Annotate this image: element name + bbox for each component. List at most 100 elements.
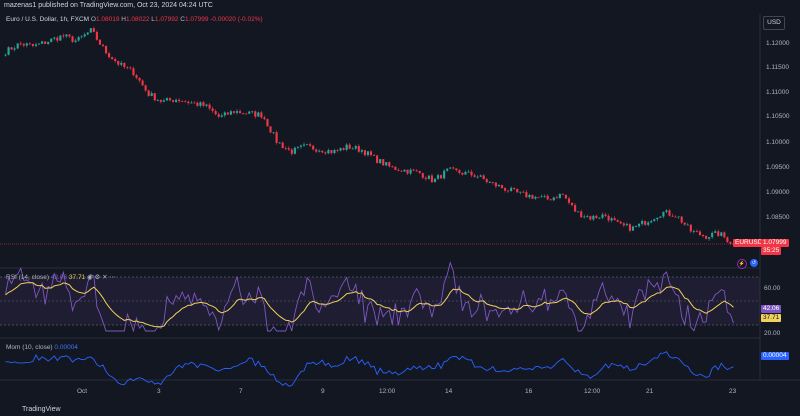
candle-body[interactable] <box>156 99 159 101</box>
candle-body[interactable] <box>98 39 102 45</box>
candle-body[interactable] <box>238 111 242 114</box>
candle-body[interactable] <box>92 28 95 32</box>
candle-body[interactable] <box>555 197 558 199</box>
candle-body[interactable] <box>251 111 254 113</box>
candle-body[interactable] <box>686 224 689 226</box>
candle-body[interactable] <box>74 40 77 42</box>
candle-body[interactable] <box>397 169 400 171</box>
candle-body[interactable] <box>385 162 388 166</box>
candle-body[interactable] <box>561 193 564 195</box>
candle-body[interactable] <box>558 193 561 199</box>
candle-body[interactable] <box>455 168 458 171</box>
candle-body[interactable] <box>168 98 172 101</box>
candle-body[interactable] <box>692 231 695 232</box>
candle-body[interactable] <box>196 102 199 106</box>
candle-body[interactable] <box>242 113 245 114</box>
candle-body[interactable] <box>701 235 705 237</box>
eye-icon[interactable]: ◉ <box>87 274 93 281</box>
candle-body[interactable] <box>497 185 501 187</box>
candle-body[interactable] <box>53 37 56 39</box>
candle-body[interactable] <box>464 172 467 175</box>
candle-body[interactable] <box>723 232 726 238</box>
candle-body[interactable] <box>567 198 571 203</box>
candle-body[interactable] <box>187 101 190 104</box>
candle-body[interactable] <box>583 216 586 218</box>
candle-body[interactable] <box>537 196 540 198</box>
candle-body[interactable] <box>296 146 299 148</box>
candle-body[interactable] <box>534 196 537 199</box>
candle-body[interactable] <box>394 166 397 170</box>
candle-body[interactable] <box>263 117 266 120</box>
candle-body[interactable] <box>711 232 714 238</box>
candle-body[interactable] <box>366 151 370 156</box>
candle-body[interactable] <box>488 182 491 183</box>
candle-body[interactable] <box>71 36 74 42</box>
chart-canvas[interactable] <box>0 0 800 416</box>
candle-body[interactable] <box>153 93 156 101</box>
candle-body[interactable] <box>485 179 488 183</box>
candle-body[interactable] <box>321 150 324 153</box>
candle-body[interactable] <box>604 214 607 216</box>
candle-body[interactable] <box>708 237 711 239</box>
candle-body[interactable] <box>245 113 248 115</box>
candle-body[interactable] <box>595 215 598 219</box>
candle-body[interactable] <box>117 61 120 65</box>
candle-body[interactable] <box>525 192 528 198</box>
candle-body[interactable] <box>363 150 366 156</box>
candle-body[interactable] <box>461 172 464 175</box>
candle-body[interactable] <box>446 168 449 171</box>
candle-body[interactable] <box>214 111 217 115</box>
candle-body[interactable] <box>318 150 321 152</box>
candle-body[interactable] <box>637 223 641 227</box>
candle-body[interactable] <box>147 90 150 96</box>
candle-body[interactable] <box>628 224 631 231</box>
candle-body[interactable] <box>114 59 117 62</box>
candle-body[interactable] <box>382 159 385 166</box>
candle-body[interactable] <box>348 144 351 149</box>
candle-body[interactable] <box>257 112 260 117</box>
candle-body[interactable] <box>440 175 443 179</box>
candle-body[interactable] <box>327 150 330 154</box>
candle-body[interactable] <box>500 185 504 189</box>
candle-body[interactable] <box>589 216 592 220</box>
candle-body[interactable] <box>622 223 625 226</box>
candle-body[interactable] <box>235 111 239 113</box>
lightning-icon[interactable]: ⚡ <box>737 259 747 269</box>
candle-body[interactable] <box>424 177 427 179</box>
candle-body[interactable] <box>379 159 382 164</box>
candle-body[interactable] <box>104 45 108 54</box>
candle-body[interactable] <box>336 150 339 151</box>
candle-body[interactable] <box>574 205 577 212</box>
candle-body[interactable] <box>150 93 153 96</box>
candle-body[interactable] <box>223 112 226 116</box>
mom-legend[interactable]: Mom (10, close) 0.00004 <box>6 344 78 351</box>
candle-body[interactable] <box>494 182 497 187</box>
candle-body[interactable] <box>284 147 287 149</box>
candle-body[interactable] <box>659 216 662 218</box>
candle-body[interactable] <box>44 41 47 44</box>
candle-body[interactable] <box>95 31 98 40</box>
candle-body[interactable] <box>34 44 38 46</box>
candle-body[interactable] <box>482 175 485 180</box>
candle-body[interactable] <box>683 222 686 225</box>
candle-body[interactable] <box>625 224 628 226</box>
candle-body[interactable] <box>312 145 315 150</box>
candle-body[interactable] <box>644 221 647 225</box>
candle-body[interactable] <box>729 241 732 244</box>
candle-body[interactable] <box>175 99 178 102</box>
candle-body[interactable] <box>123 62 126 68</box>
candle-body[interactable] <box>601 214 604 218</box>
candle-body[interactable] <box>269 126 272 133</box>
candle-body[interactable] <box>704 236 708 239</box>
candle-body[interactable] <box>610 218 613 221</box>
candle-body[interactable] <box>31 43 35 46</box>
candle-body[interactable] <box>543 195 546 197</box>
candle-body[interactable] <box>41 41 44 44</box>
candle-body[interactable] <box>665 210 668 213</box>
candle-body[interactable] <box>13 48 16 50</box>
candle-body[interactable] <box>698 231 702 236</box>
candle-body[interactable] <box>193 102 196 104</box>
candle-body[interactable] <box>351 148 354 150</box>
candle-body[interactable] <box>717 231 720 236</box>
candle-body[interactable] <box>7 47 10 55</box>
